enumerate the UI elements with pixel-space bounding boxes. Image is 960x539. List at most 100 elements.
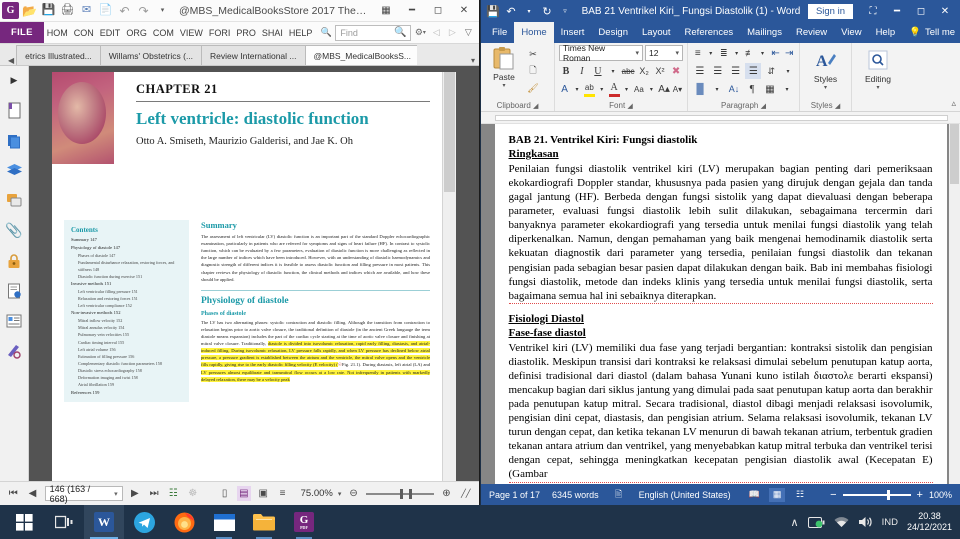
toc-item[interactable]: Mitral inflow velocity 152 — [71, 317, 182, 324]
toc-item[interactable]: Fundamental disturbance relaxation, rest… — [71, 259, 182, 273]
bullets-dropdown-icon[interactable]: ▾ — [706, 46, 716, 60]
last-page-button[interactable]: ⏭ — [147, 486, 161, 501]
search-pane-icon[interactable]: 🔍 — [319, 25, 333, 41]
align-center-icon[interactable]: ☰ — [710, 63, 726, 79]
clipboard-dialog-launcher-icon[interactable]: ◢ — [533, 103, 538, 110]
pdf-tab-convert[interactable]: CON — [73, 22, 95, 43]
task-view-button[interactable] — [44, 505, 84, 539]
cut-icon[interactable]: ✂ — [526, 47, 540, 61]
styles-dialog-launcher-icon[interactable]: ◢ — [835, 103, 840, 110]
reflow-icon[interactable]: ≡ — [275, 486, 289, 501]
tell-me-box[interactable]: 💡 Tell me — [902, 22, 960, 43]
zoom-percent[interactable]: 100% — [929, 490, 952, 500]
pdf-tab-help[interactable]: HELP — [288, 22, 314, 43]
search-icon[interactable]: 🔍 — [394, 27, 406, 38]
ribbon-display-options-button[interactable]: ⛶ — [861, 1, 885, 21]
resize-grip-icon[interactable]: ╱╱ — [459, 486, 473, 501]
prev-page-button[interactable]: ◀ — [25, 486, 39, 501]
editing-dropdown-icon[interactable]: ▾ — [876, 84, 879, 91]
highlight-dropdown-icon[interactable]: ▾ — [597, 82, 607, 96]
line-spacing-dropdown-icon[interactable]: ▾ — [781, 64, 795, 78]
tab-insert[interactable]: Insert — [554, 22, 592, 43]
show-marks-icon[interactable]: ¶ — [744, 81, 760, 97]
pdf-tab-protect[interactable]: PRO — [235, 22, 257, 43]
battery-icon[interactable] — [807, 516, 825, 528]
font-color-icon[interactable]: A — [608, 81, 620, 97]
find-settings-icon[interactable]: ⚙ ▾ — [413, 25, 427, 41]
toc-item[interactable]: Left ventricular compliance 152 — [71, 302, 182, 309]
taskbar-firefox[interactable] — [164, 505, 204, 539]
increase-indent-icon[interactable]: ⇥ — [783, 45, 795, 61]
align-left-icon[interactable]: ☰ — [692, 63, 708, 79]
layers-icon[interactable] — [4, 160, 25, 181]
customize-qat-icon[interactable]: ▿ — [556, 2, 574, 20]
facing-page-icon[interactable]: ▣ — [256, 486, 270, 501]
language-indicator[interactable]: IND — [882, 517, 898, 528]
security-lock-icon[interactable] — [4, 250, 25, 271]
find-prev-icon[interactable]: ◁ — [429, 25, 443, 41]
change-case-dropdown-icon[interactable]: ▾ — [646, 82, 656, 96]
toc-item[interactable]: Summary 147 — [71, 236, 182, 244]
next-page-button[interactable]: ▶ — [128, 486, 142, 501]
justify-icon[interactable]: ☰ — [745, 63, 762, 79]
tab-review[interactable]: Review — [789, 22, 834, 43]
toc-item[interactable]: Diastolic stress echocardiography 158 — [71, 367, 182, 374]
paste-button[interactable]: Paste ▾ — [485, 45, 523, 89]
sign-in-button[interactable]: Sign in — [807, 3, 853, 19]
word-vertical-scrollbar[interactable] — [949, 124, 960, 484]
pdf-find-input[interactable]: Find 🔍 — [335, 24, 412, 41]
horizontal-ruler[interactable] — [481, 112, 960, 124]
shading-dropdown-icon[interactable]: ▾ — [710, 82, 724, 96]
page-indicator[interactable]: Page 1 of 17 — [489, 490, 540, 500]
tab-home[interactable]: Home — [514, 22, 554, 43]
zoom-in-button[interactable]: ⊕ — [439, 486, 453, 501]
sort-icon[interactable]: A↓ — [726, 81, 742, 97]
shading-icon[interactable]: █ — [692, 81, 708, 97]
toc-item[interactable]: References 159 — [71, 389, 182, 397]
read-mode-icon[interactable]: 📖 — [746, 488, 762, 502]
toc-item[interactable]: Mitral annulus velocity 154 — [71, 324, 182, 331]
zoom-out-button[interactable]: ⊖ — [346, 486, 360, 501]
tab-file[interactable]: File — [485, 22, 514, 43]
numbering-icon[interactable]: ≣ — [718, 45, 730, 61]
toc-item[interactable]: Relaxation and restoring forces 151 — [71, 295, 182, 302]
taskbar-telegram[interactable] — [124, 505, 164, 539]
text-effects-icon[interactable]: A — [559, 81, 570, 97]
zoom-level-value[interactable]: 75.00% — [301, 488, 333, 499]
taskbar-pdf-reader[interactable]: G PDF — [284, 505, 324, 539]
superscript-icon[interactable]: X² — [653, 63, 667, 79]
tabs-list-icon[interactable]: ▾ — [471, 56, 479, 65]
word-maximize-button[interactable]: ◻ — [909, 1, 933, 21]
tab-view[interactable]: View — [834, 22, 868, 43]
text-highlight-icon[interactable]: ab — [583, 81, 595, 97]
undo-icon[interactable]: ↶ — [116, 2, 133, 19]
pdf-vertical-scrollbar[interactable] — [442, 72, 456, 481]
create-pdf-icon[interactable]: 📄 — [97, 2, 114, 19]
styles-button[interactable]: A Styles ▾ — [807, 49, 845, 91]
taskbar-app-blue[interactable] — [204, 505, 244, 539]
tab-design[interactable]: Design — [591, 22, 635, 43]
toc-item[interactable]: Estimation of filling pressure 156 — [71, 353, 182, 360]
zoom-in-button[interactable]: + — [917, 489, 923, 501]
word-page[interactable]: BAB 21. Ventrikel Kiri: Fungsi diastolik… — [494, 124, 947, 484]
pdf-tab-view[interactable]: VIEW — [179, 22, 204, 43]
print-icon[interactable]: 🖨 — [59, 2, 76, 19]
bold-icon[interactable]: B — [559, 63, 573, 79]
undo-icon[interactable]: ↶ — [502, 2, 520, 20]
toc-item[interactable]: Physiology of diastole 147 — [71, 244, 182, 252]
multilevel-dropdown-icon[interactable]: ▾ — [757, 46, 767, 60]
clear-formatting-icon[interactable]: ✖ — [669, 63, 683, 79]
tab-help[interactable]: Help — [869, 22, 903, 43]
editing-button[interactable]: Editing ▾ — [859, 49, 897, 91]
word-document-area[interactable]: BAB 21. Ventrikel Kiri: Fungsi diastolik… — [481, 124, 960, 484]
customize-qat-icon[interactable]: ▾ — [154, 2, 171, 19]
pdf-tab-organize[interactable]: ORG — [125, 22, 148, 43]
font-dialog-launcher-icon[interactable]: ◢ — [627, 103, 632, 110]
copy-icon[interactable]: 🗋 — [526, 64, 540, 78]
pdf-doc-tab-1[interactable]: etrics Illustrated... — [16, 45, 100, 65]
clock[interactable]: 20.38 24/12/2021 — [907, 511, 952, 534]
word-scrollbar-thumb[interactable] — [950, 124, 959, 184]
borders-icon[interactable]: ▦ — [762, 81, 778, 97]
print-layout-icon[interactable]: ▦ — [769, 487, 786, 502]
font-color-dropdown-icon[interactable]: ▾ — [622, 82, 632, 96]
